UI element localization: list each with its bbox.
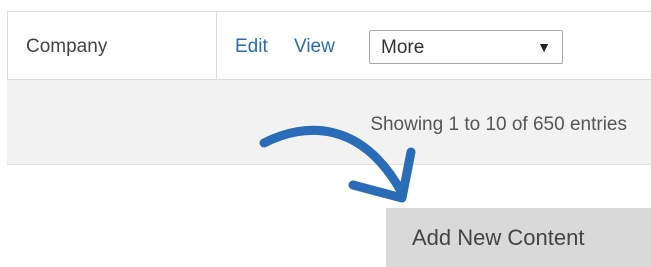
content-type-cell: Company <box>8 12 217 79</box>
actions-cell: Edit View More ▼ <box>217 12 651 79</box>
table-footer: Showing 1 to 10 of 650 entries <box>7 80 651 165</box>
entries-info: Showing 1 to 10 of 650 entries <box>370 114 627 135</box>
edit-link[interactable]: Edit <box>235 36 268 58</box>
view-link[interactable]: View <box>294 36 335 58</box>
table-row: Company Edit View More ▼ <box>7 11 651 80</box>
more-actions-select[interactable]: More ▼ <box>369 30 563 64</box>
content-type-label: Company <box>26 36 108 57</box>
triangle-down-icon: ▼ <box>537 39 551 55</box>
more-select-value: More <box>381 37 425 58</box>
add-new-content-button[interactable]: Add New Content <box>386 208 651 267</box>
